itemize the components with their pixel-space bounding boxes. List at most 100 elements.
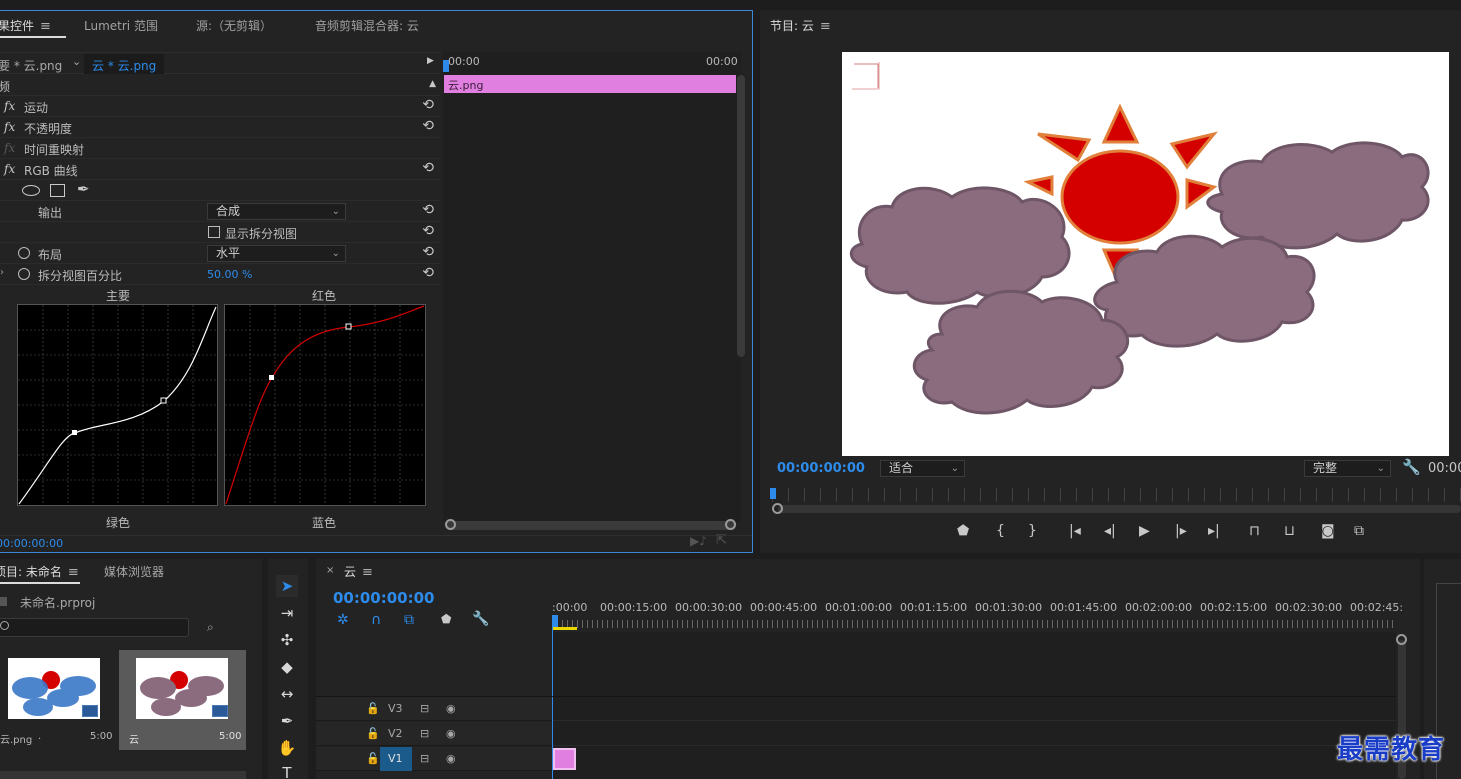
fit-dropdown[interactable]: 适合 ⌄ — [880, 460, 965, 477]
track-select-tool-icon[interactable]: ⇥ — [276, 602, 298, 624]
track-header-v2[interactable]: 🔓 V2 ⊟ ◉ — [316, 722, 552, 746]
program-time-ruler[interactable] — [772, 488, 1461, 502]
go-to-in-icon[interactable]: |◂ — [1069, 523, 1081, 539]
mini-clip-bar[interactable]: 云.png — [444, 75, 736, 93]
selection-tool-icon[interactable]: ➤ — [276, 575, 298, 597]
mark-out-icon[interactable]: } — [1028, 523, 1037, 539]
add-marker-icon[interactable]: ⬟ — [957, 523, 969, 539]
wrench-icon[interactable]: 🔧 — [1402, 458, 1421, 476]
tab-project[interactable]: 项目: 未命名 ≡ — [0, 563, 79, 580]
red-curve-graph[interactable] — [224, 304, 426, 506]
track-header-v3[interactable]: 🔓 V3 ⊟ ◉ — [316, 697, 552, 721]
eye-icon[interactable]: ◉ — [446, 727, 456, 740]
slip-tool-icon[interactable]: ↔ — [276, 683, 298, 705]
reset-icon[interactable]: ⟲ — [422, 244, 434, 260]
tab-lumetri-scopes[interactable]: Lumetri 范围 — [84, 17, 158, 34]
program-video-frame[interactable] — [842, 52, 1449, 456]
work-area-bar[interactable] — [552, 627, 577, 630]
tab-effect-controls[interactable]: 效果控件≡ — [0, 17, 51, 34]
camera-icon[interactable]: ◙ — [1321, 523, 1335, 539]
eye-icon[interactable]: ◉ — [446, 752, 456, 765]
ellipse-mask-icon[interactable] — [22, 185, 40, 196]
timeline-clip[interactable] — [553, 748, 576, 770]
effect-row-motion[interactable]: fx 运动 ⟲ — [0, 96, 440, 117]
panel-menu-icon[interactable]: ≡ — [40, 19, 51, 34]
effect-row-opacity[interactable]: fx 不透明度 ⟲ — [0, 117, 440, 138]
project-item-sequence[interactable]: 云 5:00 — [119, 650, 246, 750]
program-zoom-bar[interactable] — [778, 505, 1461, 513]
compare-view-icon[interactable]: ⧉ — [1354, 523, 1364, 539]
panel-menu-icon[interactable]: ≡ — [68, 565, 79, 580]
stopwatch-icon[interactable] — [18, 268, 30, 280]
sync-lock-icon[interactable]: ⊟ — [420, 702, 429, 715]
export-frame-icon[interactable]: ▶♪ — [690, 534, 707, 548]
hand-tool-icon[interactable]: ✋ — [276, 737, 298, 759]
clip-name[interactable]: 云 * 云.png — [92, 57, 156, 74]
fx-icon[interactable]: fx — [4, 120, 15, 134]
mini-horizontal-scrollbar[interactable] — [446, 521, 736, 530]
pen-tool-icon[interactable]: ✒ — [276, 710, 298, 732]
reset-icon[interactable]: ⟲ — [422, 118, 434, 134]
scroll-handle-left-icon[interactable] — [445, 519, 456, 530]
lock-icon[interactable]: 🔓 — [366, 727, 380, 740]
sync-lock-icon[interactable]: ⊟ — [420, 727, 429, 740]
effect-controls-timecode[interactable]: 00:00:00:00 — [0, 537, 63, 550]
close-sequence-icon[interactable]: × — [326, 565, 334, 576]
ripple-edit-tool-icon[interactable]: ✣ — [276, 629, 298, 651]
effect-row-time-remap[interactable]: fx 时间重映射 — [0, 138, 440, 159]
reset-icon[interactable]: ⟲ — [422, 97, 434, 113]
timeline-timecode[interactable]: 00:00:00:00 — [333, 589, 435, 607]
reset-icon[interactable]: ⟲ — [422, 265, 434, 281]
mark-in-icon[interactable]: { — [996, 523, 1005, 539]
reset-icon[interactable]: ⟲ — [422, 202, 434, 218]
mini-playhead[interactable] — [443, 60, 449, 72]
master-curve-svg[interactable] — [18, 305, 217, 505]
timeline-settings-wrench-icon[interactable]: 🔧 — [472, 611, 489, 627]
program-playhead[interactable] — [770, 488, 776, 499]
type-tool-icon[interactable]: T — [276, 762, 298, 779]
add-marker-icon[interactable]: ⬟ — [441, 612, 451, 626]
snap-icon[interactable]: ∩ — [371, 612, 381, 628]
mini-vertical-scrollbar[interactable] — [737, 75, 745, 357]
panel-menu-icon[interactable]: ≡ — [820, 19, 831, 34]
output-dropdown[interactable]: 合成 ⌄ — [207, 203, 346, 220]
layout-dropdown[interactable]: 水平 ⌄ — [207, 245, 346, 262]
step-back-icon[interactable]: ◂| — [1104, 523, 1116, 539]
tab-media-browser[interactable]: 媒体浏览器 — [104, 563, 164, 580]
stopwatch-icon[interactable] — [18, 247, 30, 259]
linked-selection-icon[interactable]: ⧉ — [404, 612, 414, 628]
split-percent-value[interactable]: 50.00 % — [207, 268, 252, 281]
vertical-zoom-handle-icon[interactable] — [1396, 634, 1407, 645]
split-view-checkbox[interactable] — [208, 226, 220, 238]
track-row-v2[interactable] — [553, 722, 1396, 746]
red-curve-svg[interactable] — [225, 305, 425, 505]
reset-icon[interactable]: ⟲ — [422, 223, 434, 239]
rectangle-mask-icon[interactable] — [50, 184, 65, 197]
master-clip-label[interactable]: 主要 * 云.png — [0, 57, 62, 74]
go-to-out-icon[interactable]: ▸| — [1208, 523, 1220, 539]
nest-icon[interactable]: ✲ — [337, 612, 349, 628]
program-monitor-title[interactable]: 节目: 云 ≡ — [770, 17, 831, 34]
master-curve-graph[interactable] — [17, 304, 218, 506]
share-icon[interactable]: ⇱ — [716, 533, 727, 548]
expand-arrow-icon[interactable]: › — [0, 267, 4, 278]
track-row-v3[interactable] — [553, 697, 1396, 721]
zoom-handle-icon[interactable] — [772, 503, 783, 514]
pen-mask-icon[interactable]: ✒ — [77, 180, 90, 198]
lock-icon[interactable]: 🔓 — [366, 752, 380, 765]
play-icon[interactable]: ▶ — [1139, 523, 1150, 539]
new-bin-from-search-icon[interactable]: ⌕ — [207, 620, 214, 635]
track-header-v1[interactable]: 🔓 V1 ⊟ ◉ — [316, 747, 552, 771]
panel-menu-icon[interactable]: ≡ — [362, 565, 373, 580]
effect-row-rgb-curves[interactable]: fx RGB 曲线 ⟲ — [0, 159, 440, 180]
reset-icon[interactable]: ⟲ — [422, 160, 434, 176]
step-forward-icon[interactable]: |▸ — [1175, 523, 1187, 539]
quality-dropdown[interactable]: 完整 ⌄ — [1304, 460, 1391, 477]
tab-source[interactable]: 源:（无剪辑） — [196, 17, 272, 34]
play-only-audio-icon[interactable]: ▶ — [427, 56, 434, 66]
extract-icon[interactable]: ⊔ — [1284, 523, 1295, 539]
lock-icon[interactable]: 🔓 — [366, 702, 380, 715]
project-search-input[interactable] — [0, 618, 189, 637]
fx-icon[interactable]: fx — [4, 162, 15, 176]
timeline-playhead[interactable] — [552, 615, 558, 627]
